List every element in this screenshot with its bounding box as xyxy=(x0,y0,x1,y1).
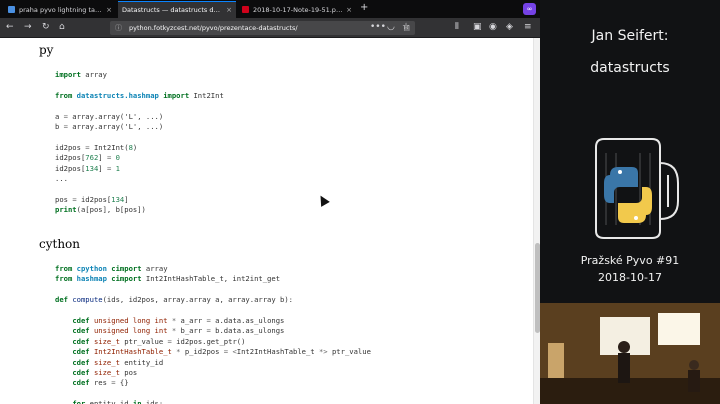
code-block-cython: from cpython cimport array from hashmap c… xyxy=(55,264,371,404)
python-beer-mug-icon xyxy=(595,138,679,239)
page-content: py import array from datastructs.hashmap… xyxy=(0,38,533,404)
camera-scene-image xyxy=(540,303,720,404)
close-tab-icon[interactable]: × xyxy=(346,6,352,14)
mouse-cursor-icon xyxy=(316,193,330,207)
code-line: import array xyxy=(55,70,107,79)
code-line: from datastructs.hashmap import Int2Int xyxy=(55,90,224,100)
event-name: Pražské Pyvo #91 xyxy=(580,254,680,267)
tab-pdf-note[interactable]: 2018-10-17-Note-19-51.pdf – C… × xyxy=(238,1,356,18)
nav-bar: ← → ↻ ⌂ ⓘ python.fotkyzcest.net/pyvo/pre… xyxy=(0,18,540,38)
code-line: for entity_id in ids: xyxy=(72,399,164,404)
section-heading-cython: cython xyxy=(39,237,81,251)
close-tab-icon[interactable]: × xyxy=(106,6,112,14)
menu-icon[interactable]: ≡ xyxy=(524,22,532,33)
code-line: cdef size_t ptr_value = id2pos.get_ptr() xyxy=(72,336,246,346)
scrollbar[interactable] xyxy=(533,38,540,404)
tab-pyvo-lightning[interactable]: praha pyvo lightning talks (bit… × xyxy=(4,1,116,18)
pocket-icon[interactable]: ◡ xyxy=(387,22,395,33)
code-line: cdef unsigned long int * a_arr = a.data.… xyxy=(72,316,285,326)
home-icon[interactable]: ⌂ xyxy=(59,22,65,33)
page-actions-icon[interactable]: ••• xyxy=(370,22,386,33)
code-line: id2pos[134] = 1 xyxy=(55,163,120,173)
doc-favicon-icon xyxy=(8,6,15,13)
tab-title: praha pyvo lightning talks (bit… xyxy=(19,5,104,14)
code-line: id2pos[762] = 0 xyxy=(55,153,120,163)
talk-title: datastructs xyxy=(590,60,670,76)
pdf-favicon-icon xyxy=(242,6,249,13)
forward-icon[interactable]: → xyxy=(24,22,32,33)
code-block-py: import array from datastructs.hashmap im… xyxy=(55,70,224,216)
url-text[interactable]: python.fotkyzcest.net/pyvo/prezentace-da… xyxy=(129,24,397,32)
code-line: from hashmap cimport Int2IntHashTable_t,… xyxy=(55,274,281,284)
code-line: cdef res = {} xyxy=(72,378,129,388)
tab-title: 2018-10-17-Note-19-51.pdf – C… xyxy=(253,5,343,14)
reload-icon[interactable]: ↻ xyxy=(42,22,50,33)
bookmark-star-icon[interactable]: ☆ xyxy=(402,22,410,33)
code-line: cdef size_t entity_id xyxy=(72,357,164,367)
new-tab-icon[interactable]: + xyxy=(360,2,368,13)
tab-bar: praha pyvo lightning talks (bit… × Datas… xyxy=(0,0,540,18)
speaker-camera-feed xyxy=(540,303,720,404)
browser-window: praha pyvo lightning talks (bit… × Datas… xyxy=(0,0,540,404)
section-heading-py: py xyxy=(39,43,54,57)
event-date: 2018-10-17 xyxy=(598,271,662,284)
code-line: cdef unsigned long int * b_arr = b.data.… xyxy=(72,326,285,336)
back-icon[interactable]: ← xyxy=(6,22,14,33)
extension-icon[interactable]: ◉ xyxy=(489,22,497,33)
library-icon[interactable]: ⫴ xyxy=(455,22,459,33)
code-line: def compute(ids, id2pos, array.array a, … xyxy=(55,295,294,305)
close-tab-icon[interactable]: × xyxy=(226,6,232,14)
speaker-name: Jan Seifert: xyxy=(591,28,669,44)
code-line: cdef size_t pos xyxy=(72,368,138,378)
info-icon[interactable]: ⓘ xyxy=(115,23,122,33)
code-line: pos = id2pos[134] xyxy=(55,194,129,204)
tab-title: Datastructs — datastructs docume… xyxy=(122,6,223,14)
code-line: cdef Int2IntHashTable_t * p_id2pos = <In… xyxy=(72,347,371,357)
code-line: id2pos = Int2Int(8) xyxy=(55,142,138,152)
code-line: b = array.array('L', ...) xyxy=(55,122,164,132)
code-line: ... xyxy=(55,174,68,184)
tab-datastructs[interactable]: Datastructs — datastructs docume… × xyxy=(118,1,236,18)
shield-icon[interactable]: ◈ xyxy=(506,22,513,33)
private-browsing-icon[interactable]: ∞ xyxy=(523,3,536,15)
code-line: a = array.array('L', ...) xyxy=(55,111,164,121)
code-line: from cpython cimport array xyxy=(55,264,168,273)
sidebar-icon[interactable]: ▣ xyxy=(473,22,482,33)
code-line: print(a[pos], b[pos]) xyxy=(55,205,146,215)
